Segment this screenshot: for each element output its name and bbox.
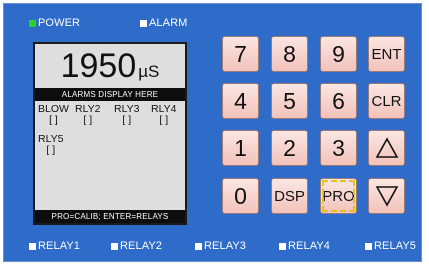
key-3[interactable]: 3 — [320, 130, 357, 166]
relay-state: [ ] — [49, 114, 58, 126]
key-2[interactable]: 2 — [271, 130, 308, 166]
relay-status-blow: BLOW [ ] — [38, 104, 69, 126]
relay-state: [ ] — [159, 114, 169, 126]
relay5-label: RELAY5 — [374, 240, 416, 252]
relay3-indicator: RELAY3 — [195, 240, 246, 252]
relay3-led-icon — [195, 242, 202, 250]
up-button[interactable] — [368, 130, 405, 166]
relay4-label: RELAY4 — [288, 240, 330, 252]
relay2-indicator: RELAY2 — [111, 240, 162, 252]
power-led-icon — [29, 19, 36, 27]
relay-state: [ ] — [46, 144, 56, 156]
relay3-label: RELAY3 — [204, 240, 246, 252]
enter-button[interactable]: ENT — [368, 36, 405, 72]
relay4-led-icon — [279, 242, 286, 250]
down-button[interactable] — [368, 178, 405, 214]
power-indicator: POWER — [29, 17, 80, 29]
relay-state: [ ] — [122, 114, 132, 126]
power-label: POWER — [38, 17, 81, 29]
relay1-label: RELAY1 — [38, 240, 80, 252]
reading-unit: µS — [138, 62, 160, 81]
key-8[interactable]: 8 — [271, 36, 308, 72]
alarm-led-icon — [140, 19, 147, 27]
reading-value: 1950 — [60, 47, 137, 85]
lcd-footer: PRO=CALIB; ENTER=RELAYS — [35, 210, 185, 223]
relay2-label: RELAY2 — [120, 240, 162, 252]
key-6[interactable]: 6 — [320, 83, 357, 119]
conductivity-reading: 1950 µS — [35, 46, 185, 86]
alarm-line: ALARMS DISPLAY HERE — [35, 88, 185, 101]
display-button[interactable]: DSP — [271, 178, 308, 214]
key-4[interactable]: 4 — [222, 83, 259, 119]
key-9[interactable]: 9 — [320, 36, 357, 72]
relay5-led-icon — [365, 242, 372, 250]
alarm-label: ALARM — [149, 17, 188, 29]
relay-status-rly2: RLY2 [ ] — [75, 104, 101, 126]
key-5[interactable]: 5 — [271, 83, 308, 119]
relay4-indicator: RELAY4 — [279, 240, 330, 252]
relay2-led-icon — [111, 242, 118, 250]
key-7[interactable]: 7 — [222, 36, 259, 72]
key-1[interactable]: 1 — [222, 130, 259, 166]
relay-status-rly5: RLY5 [ ] — [38, 134, 64, 156]
relay-status-rly3: RLY3 [ ] — [114, 104, 140, 126]
down-triangle-icon — [375, 186, 398, 207]
key-0[interactable]: 0 — [222, 178, 259, 214]
up-triangle-icon — [375, 137, 398, 158]
clear-button[interactable]: CLR — [368, 83, 405, 119]
relay-state: [ ] — [83, 114, 93, 126]
program-button[interactable]: PRO — [320, 178, 357, 214]
relay-status-rly4: RLY4 [ ] — [151, 104, 177, 126]
alarm-indicator: ALARM — [140, 17, 187, 29]
relay1-indicator: RELAY1 — [29, 240, 80, 252]
relay1-led-icon — [29, 242, 36, 250]
lcd-display: 1950 µS ALARMS DISPLAY HERE BLOW [ ] RLY… — [33, 42, 187, 225]
relay5-indicator: RELAY5 — [365, 240, 416, 252]
